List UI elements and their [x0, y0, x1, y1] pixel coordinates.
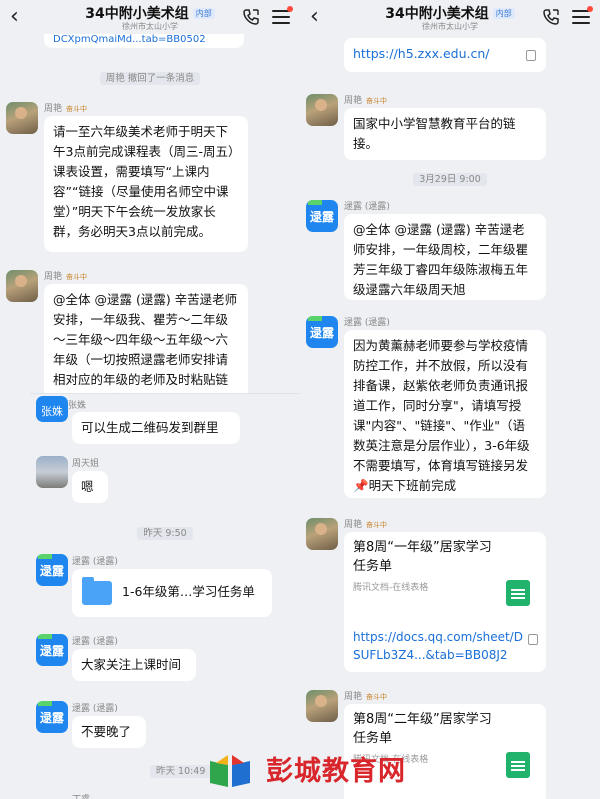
sender-label: 周艳 [344, 96, 363, 106]
sender-name: 逯露 (逯露) [72, 557, 118, 567]
link-bubble[interactable]: https://h5.zxx.edu.cn/ [344, 38, 546, 72]
copy-icon[interactable] [528, 634, 538, 645]
chat-header: ‹ 34中附小美术组 内部 徐州市太山小学 [300, 0, 600, 34]
message-bubble[interactable]: 请一至六年级美术老师于明天下午3点前完成课程表（周三-周五）课表设置，需要填写“… [44, 116, 248, 252]
message-bubble[interactable]: 国家中小学智慧教育平台的链接。 [344, 108, 546, 160]
sender-name: 周艳 奋斗中 [44, 101, 87, 114]
phone-icon[interactable] [542, 8, 560, 26]
sender-name: 逯露 (逯露) [344, 202, 390, 212]
group-name: 34中附小美术组 [85, 6, 189, 22]
sender-label: 周艳 [344, 692, 363, 702]
status-badge: 奋斗中 [366, 521, 388, 529]
avatar[interactable] [306, 94, 338, 126]
status-badge: 奋斗中 [366, 693, 388, 701]
cut-link-text: DCXpmQmaiMd...tab=BB0502 [53, 34, 206, 45]
avatar[interactable] [6, 270, 38, 302]
sender-name: 张姝 [68, 401, 87, 411]
internal-tag: 内部 [492, 8, 515, 19]
avatar[interactable]: 逯露 [306, 316, 338, 348]
copy-icon[interactable] [526, 50, 536, 61]
book-logo-icon [210, 755, 250, 787]
sender-label: 周艳 [344, 520, 363, 530]
sheet-icon [506, 752, 530, 778]
recall-notice: 周艳 撤回了一条消息 [0, 70, 300, 85]
sender-name: 周艳 奋斗中 [344, 93, 387, 106]
watermark-logo: 彭城教育网 [206, 745, 406, 793]
internal-tag: 内部 [192, 8, 215, 19]
status-badge: 奋斗中 [66, 105, 88, 113]
avatar[interactable]: 逯露 [36, 554, 68, 586]
message-bubble[interactable]: 不要晚了 [72, 716, 146, 748]
notification-dot [287, 6, 293, 12]
avatar-label: 逯露 [39, 644, 64, 658]
message-bubble[interactable]: 大家关注上课时间 [72, 649, 196, 681]
avatar[interactable]: 逯露 [36, 634, 68, 666]
avatar-label: 逯露 [309, 326, 334, 340]
link-text[interactable]: https://h5.zxx.edu.cn/ [353, 46, 490, 61]
file-message[interactable]: 1-6年级第…学习任务单 [72, 569, 272, 617]
avatar[interactable] [36, 456, 68, 488]
more-menu-icon[interactable] [272, 6, 293, 24]
sender-label: 周艳 [44, 272, 63, 282]
timestamp: 昨天 9:50 [30, 525, 300, 540]
doc-card-title: 第8周“一年级”居家学习任务单 [353, 540, 492, 574]
doc-card-title: 第8周“二年级”居家学习任务单 [353, 712, 492, 746]
avatar-label: 逯露 [39, 564, 64, 578]
file-name: 1-6年级第…学习任务单 [122, 584, 255, 599]
timestamp-text: 昨天 9:50 [137, 527, 193, 540]
avatar[interactable]: 张姝 [36, 396, 68, 422]
sheet-icon [506, 580, 530, 606]
sender-name: 逯露 (逯露) [72, 637, 118, 647]
avatar-label: 逯露 [309, 210, 334, 224]
status-badge: 奋斗中 [366, 97, 388, 105]
phone-icon[interactable] [242, 8, 260, 26]
timestamp-text: 昨天 10:49 [150, 765, 212, 778]
right-chat-panel: ‹ 34中附小美术组 内部 徐州市太山小学 https://h5.zxx.edu.… [300, 0, 600, 799]
watermark-text: 彭城教育网 [266, 756, 406, 787]
notification-dot [587, 6, 593, 12]
avatar[interactable] [6, 102, 38, 134]
doc-card[interactable]: 第8周“一年级”居家学习任务单 腾讯文档-在线表格 https://docs.q… [344, 532, 546, 672]
recall-notice-text: 周艳 撤回了一条消息 [99, 72, 201, 85]
sender-name: 逯露 (逯露) [344, 318, 390, 328]
message-bubble[interactable]: 因为黄薰赫老师要参与学校疫情防控工作，并不放假，所以没有排备课，赵紫依老师负责通… [344, 330, 546, 498]
date-separator: 3月29日 9:00 [300, 171, 600, 186]
sender-name: 丁睿 [72, 792, 90, 799]
avatar[interactable] [306, 690, 338, 722]
message-bubble[interactable]: 可以生成二维码发到群里 [72, 412, 240, 444]
sender-name: 周天姐 [72, 459, 100, 469]
sender-name: 逯露 (逯露) [72, 704, 118, 714]
inset-chat-panel: 张姝 张姝 可以生成二维码发到群里 周天姐 嗯 昨天 9:50 逯露 逯露 (逯… [30, 393, 300, 799]
doc-link[interactable]: https://docs.qq.com/sheet/DSUFLb3Z4...&t… [353, 628, 525, 664]
date-text: 3月29日 9:00 [413, 173, 487, 186]
avatar-label: 逯露 [39, 711, 64, 725]
group-name: 34中附小美术组 [385, 6, 489, 22]
avatar[interactable] [306, 518, 338, 550]
avatar[interactable]: 逯露 [36, 701, 68, 733]
more-menu-icon[interactable] [572, 6, 593, 24]
sender-name: 周艳 奋斗中 [344, 689, 387, 702]
avatar-label: 张姝 [41, 405, 63, 418]
folder-icon [82, 577, 112, 605]
status-badge: 奋斗中 [66, 273, 88, 281]
sender-name: 周艳 奋斗中 [344, 517, 387, 530]
message-bubble[interactable]: @全体 @逯露 (逯露) 辛苦逯老师安排，一年级周校，二年级瞿芳三年级丁睿四年级… [344, 214, 546, 300]
chat-header: ‹ 34中附小美术组 内部 徐州市太山小学 [0, 0, 300, 34]
message-bubble[interactable]: 嗯 [72, 471, 108, 503]
sender-label: 周艳 [44, 104, 63, 114]
avatar[interactable]: 逯露 [306, 200, 338, 232]
sender-name: 周艳 奋斗中 [44, 269, 87, 282]
